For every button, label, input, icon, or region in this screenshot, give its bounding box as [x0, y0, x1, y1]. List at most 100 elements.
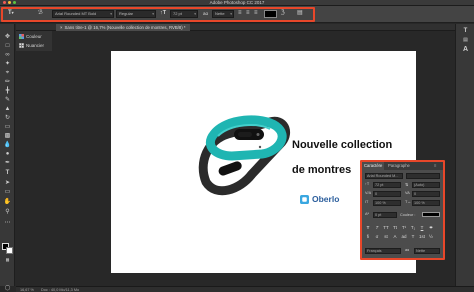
text-color-swatch[interactable] — [264, 10, 277, 18]
align-left-icon[interactable]: ≡ — [238, 9, 242, 17]
pen-icon[interactable]: ✒ — [3, 160, 12, 167]
tab-character[interactable]: Caractère — [362, 162, 385, 170]
panel-color[interactable]: Couleur — [19, 33, 42, 40]
panel-menu-icon[interactable]: ≡ — [434, 162, 436, 170]
marquee-icon[interactable]: □ — [3, 43, 12, 50]
char-kerning-field[interactable]: 0 — [373, 191, 401, 197]
shape-icon[interactable]: ▭ — [3, 189, 12, 196]
font-size-value: 72 pt — [173, 11, 182, 16]
fractions-button[interactable]: ½ — [428, 234, 434, 240]
char-tracking-value: 0 — [414, 192, 417, 196]
font-style-value: Regular — [119, 11, 134, 16]
subscript-button[interactable]: T₁ — [410, 225, 416, 231]
swatches-icon — [19, 43, 24, 48]
warp-text-icon[interactable]: ℨ — [281, 9, 285, 17]
char-font-family-value: Arial Rounded M... — [367, 174, 399, 178]
healing-icon[interactable]: ╋ — [3, 88, 12, 95]
char-antialias-select[interactable]: Nette — [414, 248, 440, 254]
character-icon[interactable]: A — [461, 46, 470, 54]
font-family-value: Arial Rounded MT Bold — [55, 11, 97, 16]
underline-button[interactable]: T — [419, 225, 425, 231]
move-icon[interactable]: ✥ — [3, 34, 12, 41]
swash-button[interactable]: A — [392, 234, 398, 240]
paragraph-icon[interactable]: ▤ — [461, 36, 470, 44]
char-antialias-value: Nette — [416, 249, 426, 253]
default-colors-icon[interactable]: ▩ — [3, 256, 12, 263]
antialias-select[interactable]: Nette ▾ — [212, 10, 234, 18]
quick-select-icon[interactable]: ✦ — [3, 61, 12, 68]
panel-swatches-label: Nuancier — [26, 43, 45, 48]
character-panel-icon[interactable]: ▤ — [297, 9, 303, 17]
quick-mask-icon[interactable]: ◯ — [3, 285, 12, 292]
char-tracking-field[interactable]: 0 — [412, 191, 440, 197]
type-tool-icon[interactable]: T — [461, 27, 470, 35]
right-panel-strip: T ▤ A — [455, 24, 474, 286]
old-style-button[interactable]: σ — [374, 234, 380, 240]
char-baseline-value: 0 pt — [375, 213, 382, 217]
ordinals-button[interactable]: 1st — [419, 234, 425, 240]
align-center-icon[interactable]: ≡ — [246, 9, 250, 17]
hand-icon[interactable]: ✋ — [3, 199, 12, 206]
faux-italic-button[interactable]: T — [374, 225, 380, 231]
language-value: Français — [367, 249, 382, 253]
font-size-select[interactable]: 72 pt ▾ — [170, 10, 198, 18]
char-font-style-select[interactable] — [406, 173, 440, 179]
type-tool-icon[interactable]: T▾ — [8, 9, 14, 17]
gradient-icon[interactable]: ▩ — [3, 133, 12, 140]
path-select-icon[interactable]: ➤ — [3, 180, 12, 187]
char-leading-field[interactable]: (Auto) — [412, 182, 440, 188]
char-font-size-field[interactable]: 72 pt — [373, 182, 401, 188]
document-tab[interactable]: × Sans titre-1 @ 16,7% (Nouvelle collecti… — [56, 24, 190, 31]
font-size-icon: ↑T — [365, 182, 370, 186]
superscript-button[interactable]: T¹ — [401, 225, 407, 231]
char-leading-value: (Auto) — [414, 183, 425, 187]
type-icon[interactable]: T — [3, 170, 12, 177]
horizontal-scale-icon: T↔ — [405, 200, 412, 204]
small-caps-button[interactable]: Tt — [392, 225, 398, 231]
panel-swatches[interactable]: Nuancier — [19, 42, 44, 49]
more-icon[interactable]: ⋯ — [3, 220, 12, 227]
char-horizontal-scale-value: 100 % — [414, 201, 425, 205]
color-wheel-icon — [19, 34, 24, 39]
dodge-icon[interactable]: ● — [3, 151, 12, 158]
zoom-icon[interactable]: ⚲ — [3, 209, 12, 216]
char-color-swatch[interactable] — [422, 212, 440, 217]
stylistic-alternates-button[interactable]: ad — [401, 234, 407, 240]
char-horizontal-scale-field[interactable]: 100 % — [412, 200, 440, 206]
char-baseline-field[interactable]: 0 pt — [373, 212, 397, 218]
align-right-icon[interactable]: ≡ — [254, 9, 258, 17]
headline-line-2[interactable]: de montres — [292, 164, 351, 176]
baseline-icon: Aᵃ — [365, 212, 369, 216]
background-color-swatch[interactable] — [6, 247, 13, 254]
brand-name: Oberlo — [312, 194, 340, 204]
lasso-icon[interactable]: ∞ — [3, 52, 12, 59]
font-family-select[interactable]: Arial Rounded MT Bold ▾ — [52, 10, 114, 18]
stamp-icon[interactable]: ▲ — [3, 106, 12, 113]
char-vertical-scale-field[interactable]: 100 % — [373, 200, 401, 206]
ligatures-button[interactable]: fi — [365, 234, 371, 240]
history-brush-icon[interactable]: ↻ — [3, 115, 12, 122]
eyedropper-icon[interactable]: ✏ — [3, 79, 12, 86]
tab-paragraph[interactable]: Paragraphe — [386, 162, 412, 170]
document-info: Doc : 40,0 Mo/11,3 Mo — [41, 288, 80, 292]
faux-bold-button[interactable]: T — [365, 225, 371, 231]
headline-line-1[interactable]: Nouvelle collection — [292, 139, 392, 151]
blur-icon[interactable]: 💧 — [3, 142, 12, 149]
titling-alternates-button[interactable]: T — [410, 234, 416, 240]
text-orientation-icon[interactable]: ℬ — [38, 9, 43, 17]
crop-icon[interactable]: ⌖ — [3, 70, 12, 77]
char-antialias-label: aɑ — [405, 248, 410, 252]
close-tab-icon[interactable]: × — [60, 25, 63, 30]
strikethrough-button[interactable]: T — [428, 225, 434, 231]
character-panel-tabs: Caractère Paragraphe ≡ — [362, 162, 443, 170]
brush-icon[interactable]: ✎ — [3, 97, 12, 104]
zoom-level[interactable]: 16,67 % — [20, 288, 34, 292]
font-style-select[interactable]: Regular ▾ — [116, 10, 156, 18]
eraser-icon[interactable]: ▭ — [3, 124, 12, 131]
all-caps-button[interactable]: TT — [383, 225, 389, 231]
char-vertical-scale-value: 100 % — [375, 201, 386, 205]
char-font-family-select[interactable]: Arial Rounded M... — [365, 173, 403, 179]
discretionary-ligatures-button[interactable]: st — [383, 234, 389, 240]
language-select[interactable]: Français — [365, 248, 401, 254]
char-color-label: Couleur : — [400, 213, 416, 217]
